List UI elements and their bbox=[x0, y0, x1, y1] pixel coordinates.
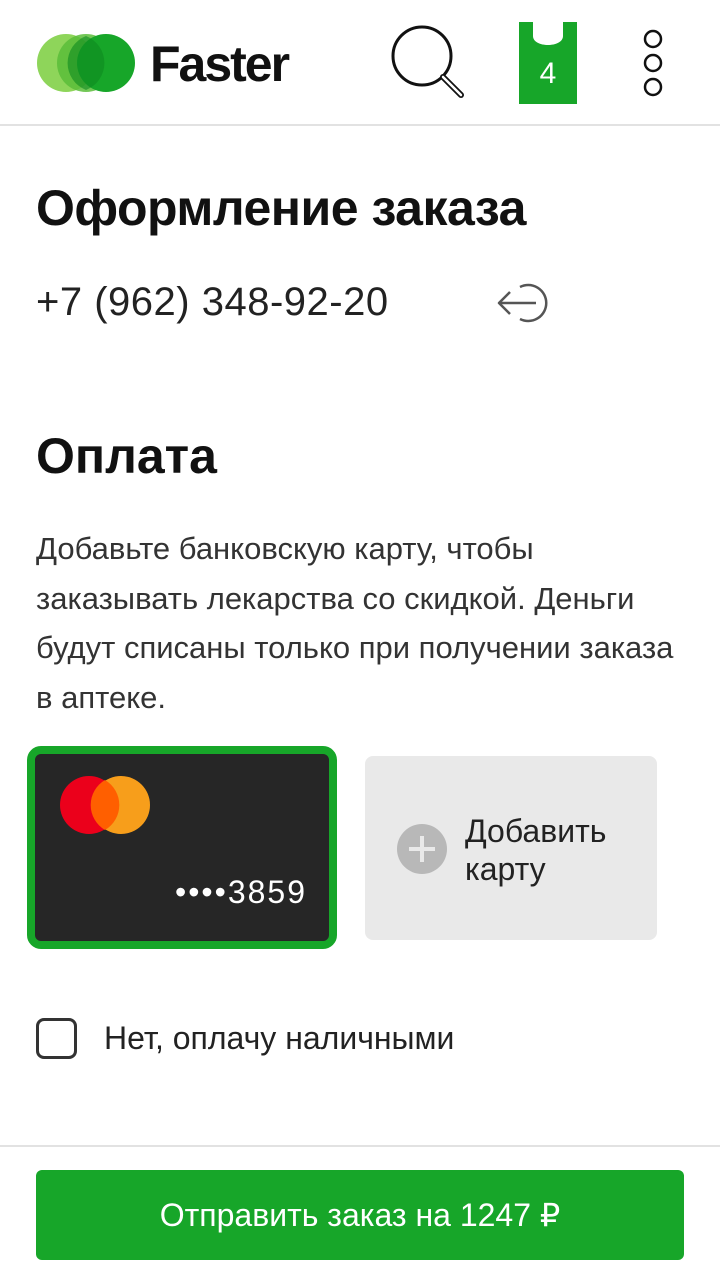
phone-number: +7 (962) 348-92-20 bbox=[36, 280, 389, 324]
payment-description: Добавьте банковскую карту, чтобы заказыв… bbox=[36, 531, 674, 715]
search-icon bbox=[391, 25, 464, 98]
app-header: Faster 4 bbox=[0, 0, 720, 126]
logout-icon bbox=[497, 283, 548, 323]
plus-circle-icon bbox=[397, 824, 447, 874]
cash-payment-option[interactable]: Нет, оплачу наличными bbox=[36, 1014, 676, 1062]
cart-button[interactable]: 4 bbox=[518, 22, 578, 104]
submit-order-button[interactable]: Отправить заказ на 1247 ₽ bbox=[36, 1170, 684, 1260]
cart-count-badge: 4 bbox=[539, 57, 557, 90]
logout-button[interactable] bbox=[494, 280, 556, 326]
payment-section-title: Оплата bbox=[36, 428, 217, 484]
cash-payment-label: Нет, оплачу наличными bbox=[104, 1020, 455, 1056]
footer-divider bbox=[0, 1145, 720, 1147]
add-card-button[interactable]: Добавить карту bbox=[365, 756, 657, 940]
add-card-label: Добавить карту bbox=[465, 813, 607, 887]
saved-card[interactable]: ••••3859 bbox=[27, 746, 337, 949]
card-number-masked: ••••3859 bbox=[175, 874, 307, 910]
cash-payment-checkbox[interactable] bbox=[36, 1018, 77, 1059]
page-title: Оформление заказа bbox=[36, 180, 526, 236]
faster-logo-icon[interactable] bbox=[36, 33, 136, 93]
mastercard-icon bbox=[58, 774, 152, 836]
brand-name[interactable]: Faster bbox=[150, 34, 290, 94]
more-vertical-icon bbox=[643, 29, 663, 97]
search-button[interactable] bbox=[388, 24, 468, 100]
more-menu-button[interactable] bbox=[636, 26, 670, 100]
